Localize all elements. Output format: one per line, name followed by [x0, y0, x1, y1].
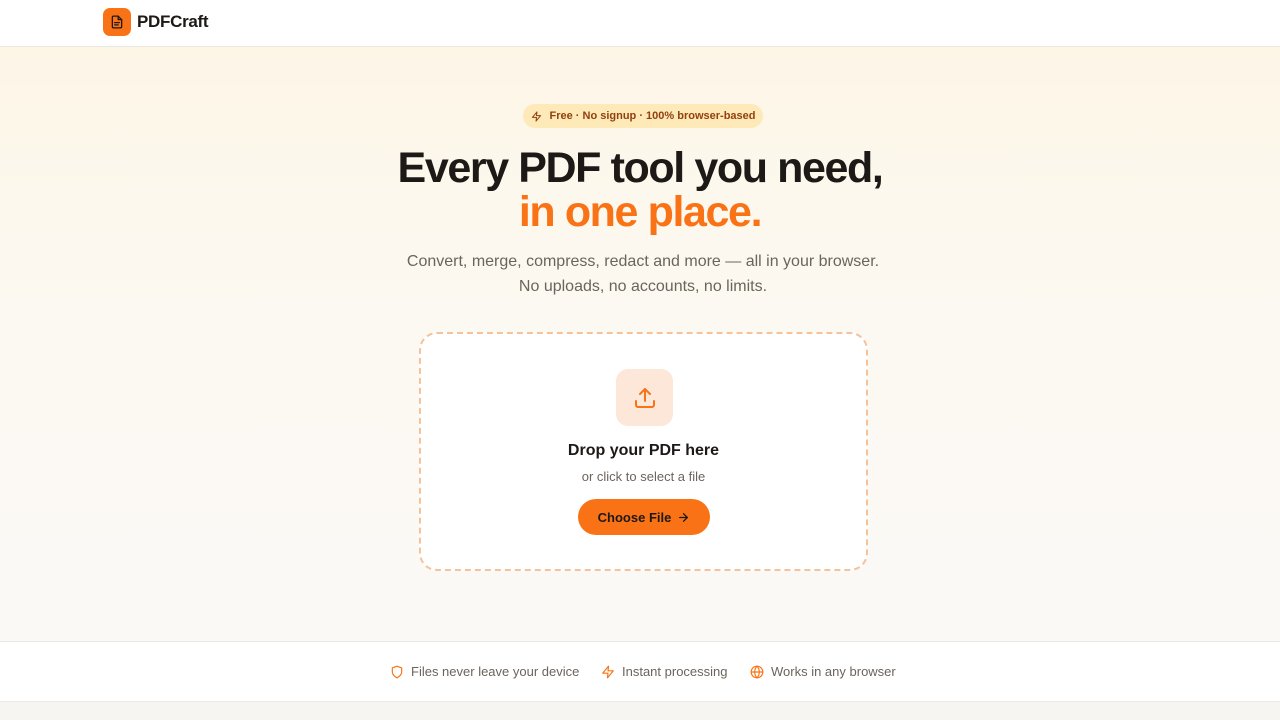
- lightning-icon: [531, 110, 541, 122]
- top-nav: PDFCraft: [0, 0, 1280, 47]
- feature-label: Instant processing: [622, 664, 728, 679]
- features-bar: Files never leave your device Instant pr…: [0, 641, 1280, 702]
- choose-file-label: Choose File: [597, 509, 672, 525]
- lightning-icon: [602, 665, 614, 678]
- upload-icon: [616, 369, 673, 426]
- page-footer-edge: [0, 702, 1280, 720]
- feature-label: Files never leave your device: [411, 664, 580, 679]
- feature-badge: Free · No signup · 100% browser-based: [523, 104, 763, 128]
- pdf-dropzone[interactable]: Drop your PDF here or click to select a …: [419, 332, 868, 571]
- shield-icon: [391, 665, 403, 678]
- subtitle-line-2: No uploads, no accounts, no limits.: [518, 278, 768, 295]
- globe-icon: [750, 665, 764, 678]
- brand-name: PDFCraft: [137, 12, 209, 31]
- feature-privacy: Files never leave your device: [390, 664, 579, 679]
- page-title-accent: in one place.: [518, 188, 763, 236]
- feature-browser: Works in any browser: [750, 664, 896, 679]
- feature-label: Works in any browser: [771, 664, 896, 679]
- choose-file-button[interactable]: Choose File: [578, 499, 710, 535]
- dropzone-subtitle: or click to select a file: [581, 469, 706, 484]
- page-title: Every PDF tool you need,: [397, 144, 884, 192]
- badge-text: Free · No signup · 100% browser-based: [549, 110, 756, 122]
- document-icon: [103, 8, 131, 36]
- arrow-right-icon: [679, 512, 689, 522]
- subtitle-line-1: Convert, merge, compress, redact and mor…: [406, 253, 880, 270]
- dropzone-title: Drop your PDF here: [567, 442, 720, 459]
- page-subtitle: Convert, merge, compress, redact and mor…: [0, 249, 1280, 299]
- feature-speed: Instant processing: [601, 664, 728, 679]
- brand-link[interactable]: PDFCraft: [103, 8, 209, 36]
